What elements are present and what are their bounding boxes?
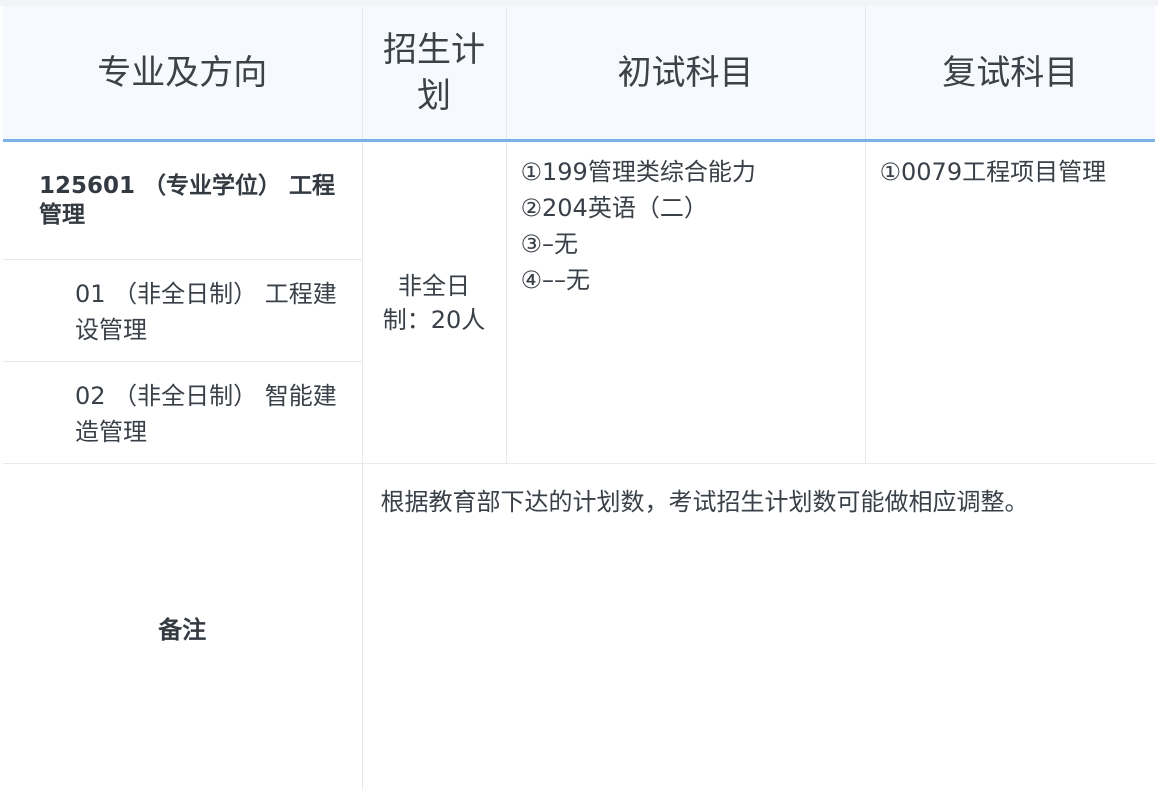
header-major: 专业及方向 [3,6,363,142]
initial-subject: ③–无 [520,230,579,258]
header-retest-subjects: 复试科目 [865,6,1155,142]
remark-label: 备注 [3,463,363,790]
table-row: 125601 （专业学位） 工程管理 非全日制：20人 ①199管理类综合能力 … [3,140,1155,464]
program-title: 125601 （专业学位） 工程管理 [3,140,363,260]
header-initial-subjects: 初试科目 [506,6,866,142]
admissions-table-container: 专业及方向 招生计划 初试科目 复试科目 125601 （专业学位） 工程管理 … [0,0,1158,790]
initial-subject: ①199管理类综合能力 [520,158,756,186]
direction-02: 02 （非全日制） 智能建造管理 [3,361,362,464]
direction-01: 01 （非全日制） 工程建设管理 [3,259,362,362]
remark-text: 根据教育部下达的计划数，考试招生计划数可能做相应调整。 [361,463,1155,790]
enrollment-plan: 非全日制：20人 [361,140,507,464]
initial-subject: ④––无 [520,266,591,294]
header-row: 专业及方向 招生计划 初试科目 复试科目 [3,6,1155,142]
header-plan: 招生计划 [362,6,507,142]
remark-row: 备注 根据教育部下达的计划数，考试招生计划数可能做相应调整。 [3,463,1155,790]
retest-subjects-cell: ①0079工程项目管理 [864,140,1155,464]
admissions-table: 专业及方向 招生计划 初试科目 复试科目 125601 （专业学位） 工程管理 … [3,6,1155,790]
initial-subject: ②204英语（二） [520,194,708,222]
initial-subjects-cell: ①199管理类综合能力 ②204英语（二） ③–无 ④––无 [505,140,866,464]
retest-subject: ①0079工程项目管理 [879,158,1107,186]
